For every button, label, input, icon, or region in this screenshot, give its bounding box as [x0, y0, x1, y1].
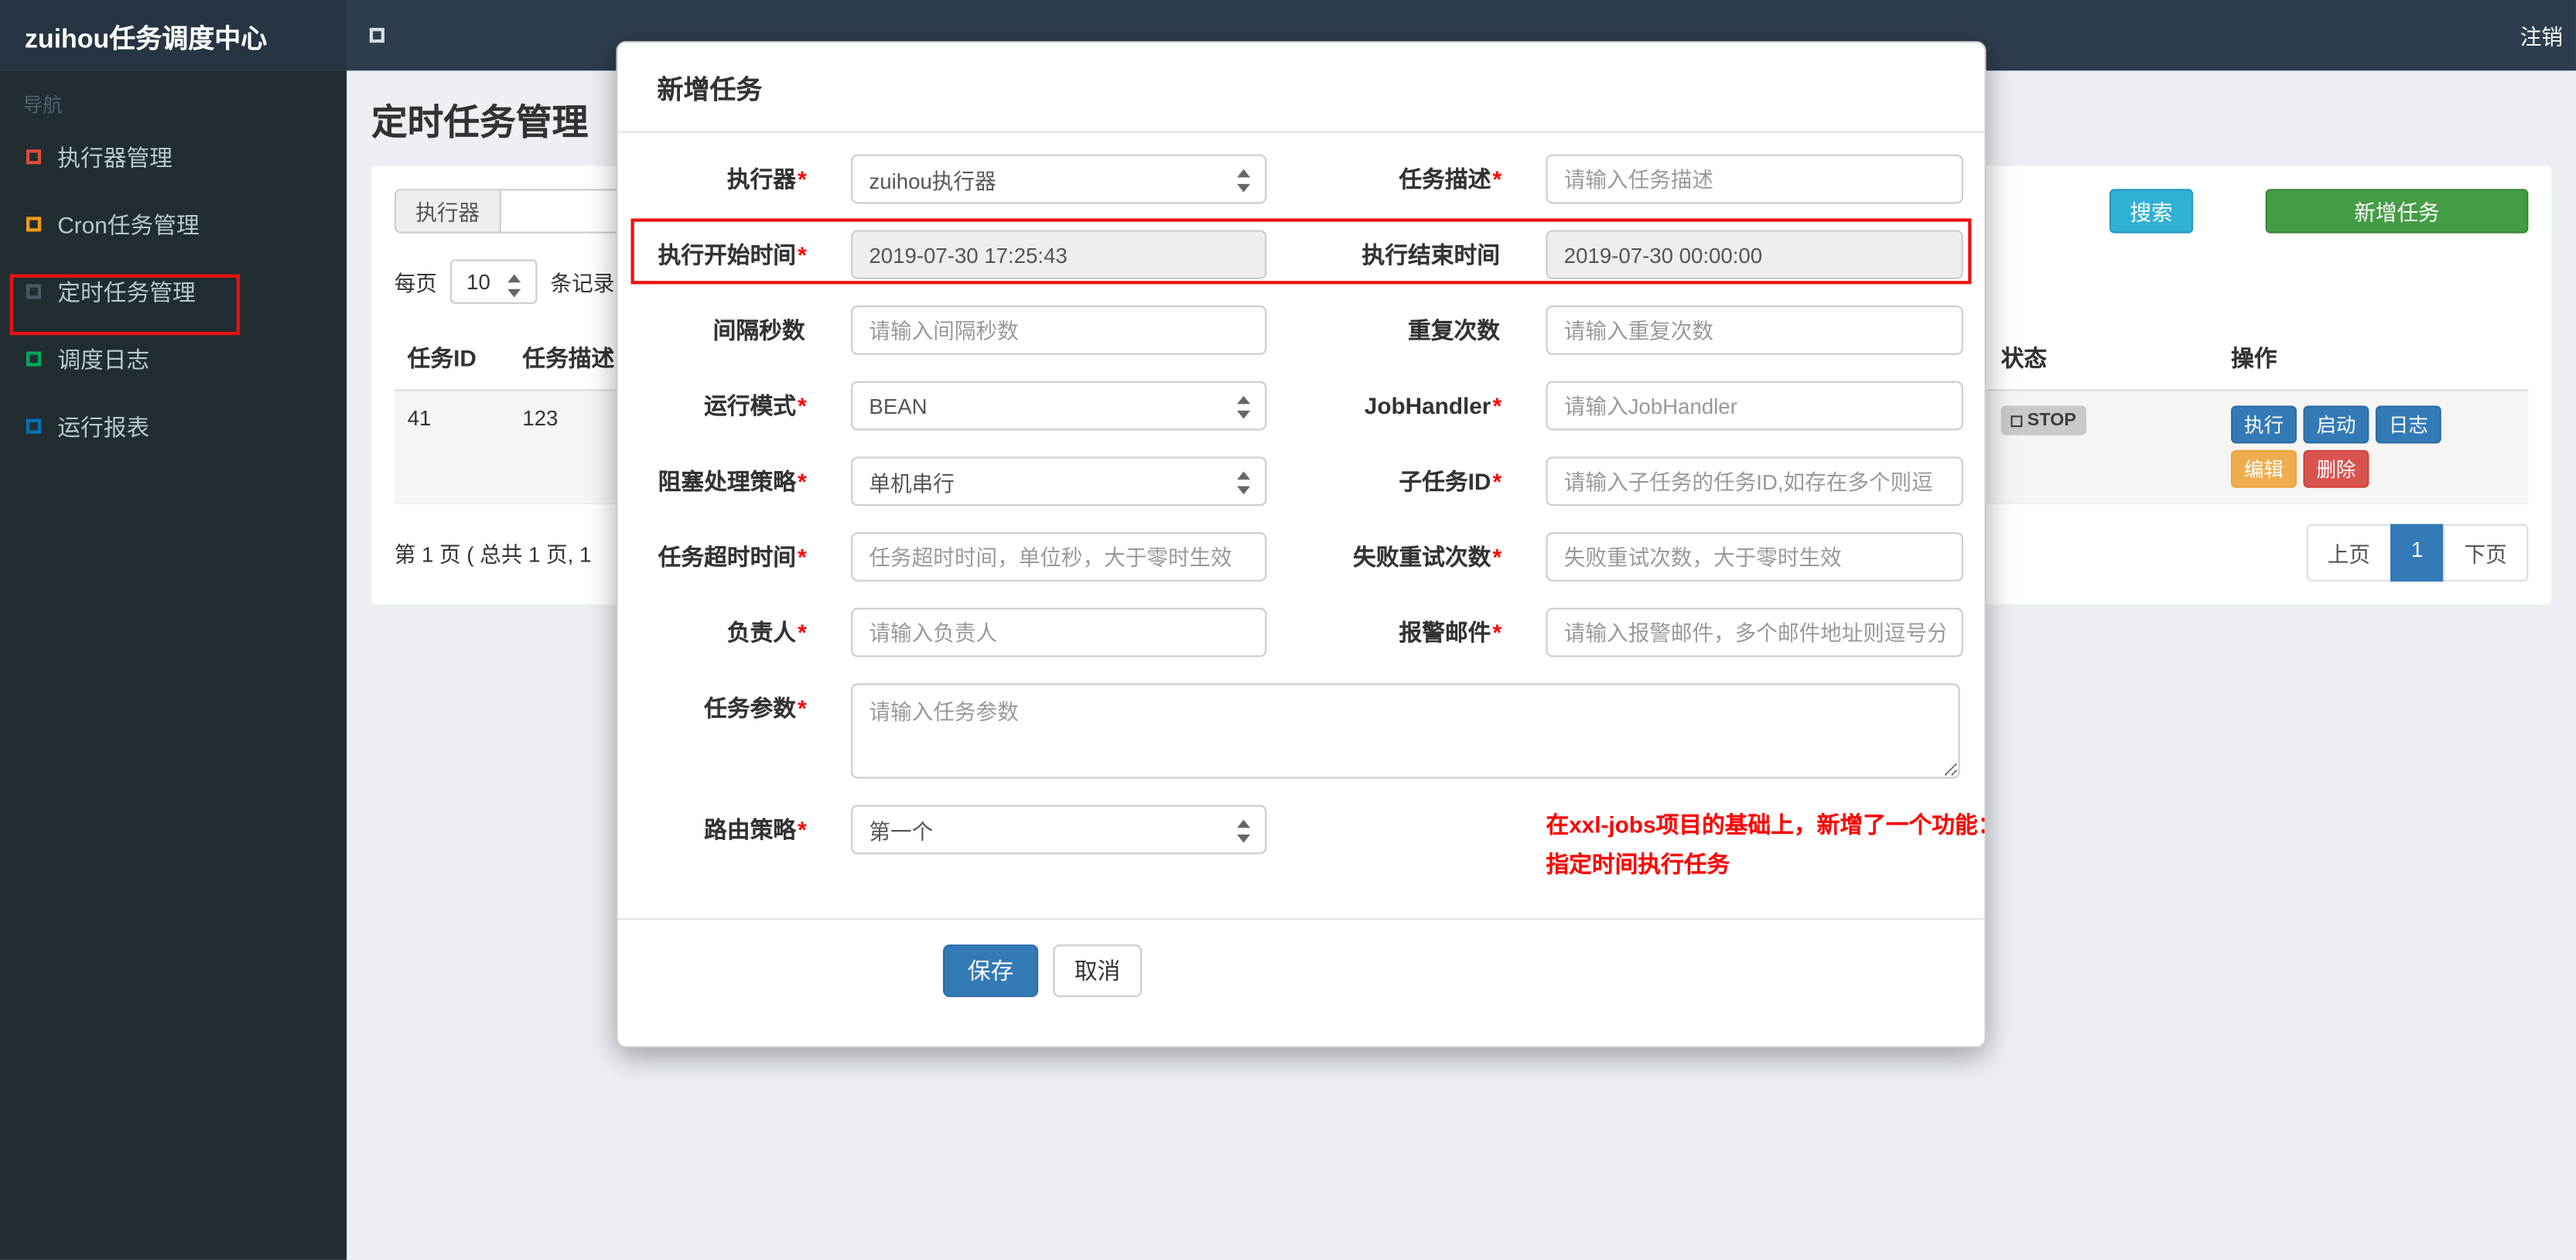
child-job-input[interactable]	[1546, 456, 1963, 507]
glue-type-label: 运行模式 *	[704, 392, 807, 419]
author-label: 负责人 *	[726, 619, 807, 646]
square-icon	[26, 149, 42, 165]
select-caret-icon	[1237, 470, 1251, 496]
pagination-info: 第 1 页 ( 总共 1 页, 1	[394, 541, 592, 567]
sidebar-section-header: 导航	[22, 94, 63, 117]
glue-type-select[interactable]: BEAN	[851, 381, 1267, 431]
feature-note-line1: 在xxl-jobs项目的基础上，新增了一个功能：	[1546, 811, 1987, 838]
page-1-button[interactable]: 1	[2390, 524, 2445, 582]
next-page-button[interactable]: 下页	[2442, 524, 2529, 582]
route-strategy-select[interactable]: 第一个	[851, 804, 1267, 855]
job-handler-label: JobHandler *	[1364, 392, 1502, 419]
sidebar-item-dispatch-log[interactable]: 调度日志	[0, 325, 347, 392]
add-task-button[interactable]: 新增任务	[2265, 189, 2529, 234]
modal-title: 新增任务	[657, 77, 763, 105]
executor-select-value: zuihou执行器	[869, 168, 996, 193]
modal-body: 执行器* zuihou执行器 任务描述* 执行开始时间* 2019-07-30 …	[618, 133, 1987, 884]
executor-select[interactable]: zuihou执行器	[851, 154, 1267, 204]
cell-task-id: 41	[394, 390, 510, 504]
brand-title: zuihou任务调度中心	[0, 0, 347, 71]
end-time-label: 执行结束时间	[1361, 241, 1500, 268]
job-param-label: 任务参数 *	[704, 695, 807, 722]
sidebar-item-label: 定时任务管理	[57, 278, 196, 305]
job-desc-label: 任务描述 *	[1399, 166, 1502, 193]
cancel-button[interactable]: 取消	[1053, 944, 1142, 998]
edit-button[interactable]: 编辑	[2230, 449, 2297, 488]
log-button[interactable]: 日志	[2375, 405, 2441, 444]
alarm-email-label: 报警邮件 *	[1399, 619, 1502, 646]
col-header-status: 状态	[1987, 326, 2218, 391]
status-badge: STOP	[2000, 405, 2086, 435]
square-icon	[26, 217, 42, 232]
route-strategy-label: 路由策略 *	[704, 816, 807, 843]
repeat-count-input[interactable]	[1546, 306, 1963, 355]
cell-operations: 执行 启动 日志 编辑 删除	[2217, 390, 2529, 504]
executor-filter-label: 执行器	[394, 189, 500, 234]
start-button[interactable]: 启动	[2303, 405, 2369, 444]
job-param-textarea[interactable]	[851, 683, 1960, 779]
sidebar-item-label: 运行报表	[57, 413, 150, 440]
modal-header: 新增任务	[617, 43, 1985, 134]
sidebar-item-label: 调度日志	[57, 346, 150, 373]
sidebar: 导航 执行器管理 Cron任务管理 定时任务管理 调度日志 运行报表	[0, 70, 347, 1260]
square-icon	[26, 284, 42, 299]
timeout-label: 任务超时时间 *	[658, 543, 807, 570]
child-job-label: 子任务ID *	[1399, 468, 1502, 495]
per-page-select[interactable]: 10	[449, 259, 538, 304]
fail-retry-label: 失败重试次数 *	[1352, 543, 1502, 570]
per-page-suffix: 条记录	[550, 271, 615, 296]
route-strategy-select-value: 第一个	[869, 818, 934, 844]
block-strategy-label: 阻塞处理策略 *	[658, 468, 807, 495]
author-input[interactable]	[851, 607, 1267, 657]
fail-retry-input[interactable]	[1546, 532, 1963, 582]
timeout-input[interactable]	[851, 532, 1267, 582]
per-page-prefix: 每页	[394, 271, 437, 296]
execute-button[interactable]: 执行	[2230, 405, 2297, 444]
executor-label: 执行器 *	[726, 166, 807, 193]
job-desc-input[interactable]	[1546, 154, 1963, 204]
sidebar-item-label: Cron任务管理	[57, 210, 200, 237]
glue-type-select-value: BEAN	[869, 393, 928, 418]
sidebar-item-executor-mgmt[interactable]: 执行器管理	[0, 123, 347, 190]
alarm-email-input[interactable]	[1546, 607, 1963, 657]
col-header-task-id: 任务ID	[394, 326, 510, 391]
stop-icon	[2011, 415, 2023, 427]
sidebar-toggle-icon[interactable]	[369, 28, 384, 43]
repeat-count-label: 重复次数	[1408, 316, 1500, 343]
sidebar-item-scheduled-task-mgmt[interactable]: 定时任务管理	[0, 258, 347, 325]
app-root: zuihou任务调度中心 注销 导航 执行器管理 Cron任务管理 定时任务管理…	[0, 0, 2576, 1260]
start-time-input[interactable]: 2019-07-30 17:25:43	[851, 230, 1267, 280]
feature-note-line2: 指定时间执行任务	[1546, 851, 1730, 878]
start-time-label: 执行开始时间 *	[658, 241, 807, 268]
col-header-operations: 操作	[2217, 326, 2529, 391]
modal-footer: 保存 取消	[617, 918, 1985, 1047]
block-strategy-select-value: 单机串行	[869, 470, 955, 496]
pager: 上页 1 下页	[2306, 524, 2529, 582]
select-caret-icon	[507, 273, 521, 299]
select-caret-icon	[1237, 394, 1251, 421]
search-button[interactable]: 搜索	[2109, 189, 2194, 234]
block-strategy-select[interactable]: 单机串行	[851, 456, 1267, 507]
save-button[interactable]: 保存	[943, 944, 1039, 998]
feature-note: 在xxl-jobs项目的基础上，新增了一个功能： 指定时间执行任务	[1546, 805, 1987, 884]
sidebar-item-label: 执行器管理	[57, 143, 173, 170]
select-caret-icon	[1237, 818, 1251, 845]
end-time-input[interactable]: 2019-07-30 00:00:00	[1546, 230, 1963, 280]
square-icon	[26, 351, 42, 367]
sidebar-item-run-report[interactable]: 运行报表	[0, 393, 347, 460]
square-icon	[26, 418, 42, 434]
logout-link[interactable]: 注销	[2520, 19, 2576, 50]
per-page-value: 10	[466, 269, 490, 295]
job-handler-input[interactable]	[1546, 381, 1963, 431]
add-task-modal: 新增任务 执行器* zuihou执行器 任务描述* 执行开始时间* 2019-0…	[616, 41, 1987, 1048]
interval-label: 间隔秒数	[712, 316, 805, 343]
sidebar-item-cron-task-mgmt[interactable]: Cron任务管理	[0, 190, 347, 258]
cell-status: STOP	[1987, 390, 2218, 504]
select-caret-icon	[1237, 168, 1251, 194]
prev-page-button[interactable]: 上页	[2306, 524, 2392, 582]
interval-input[interactable]	[851, 306, 1267, 355]
delete-button[interactable]: 删除	[2303, 449, 2369, 488]
